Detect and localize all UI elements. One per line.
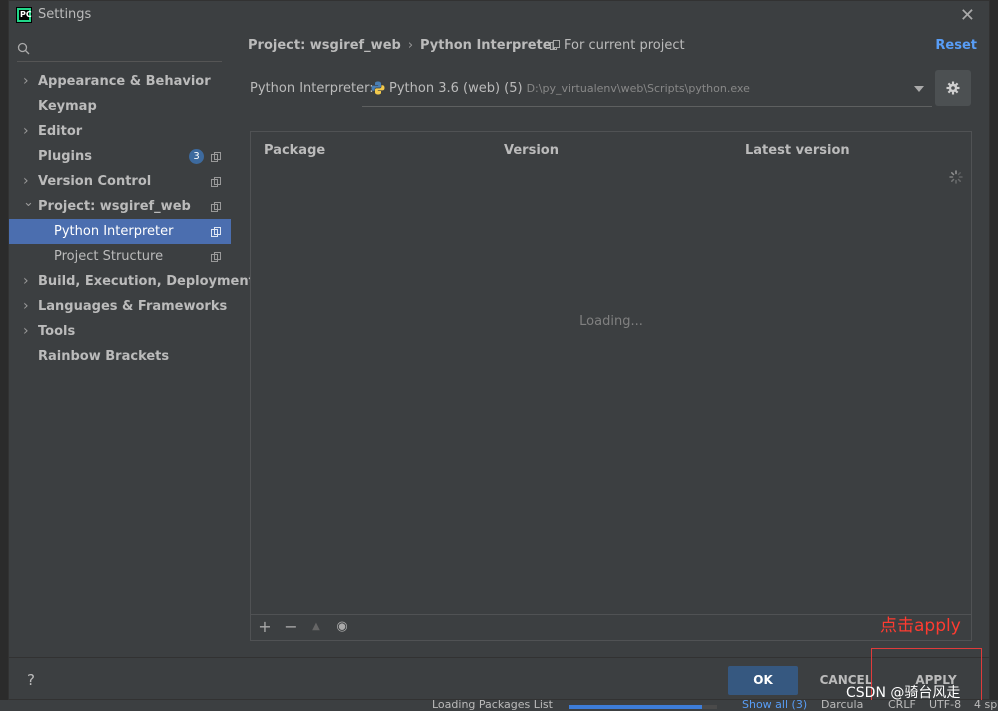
for-current-project: For current project — [550, 38, 685, 53]
chevron-right-icon[interactable]: › — [23, 319, 29, 344]
reset-link[interactable]: Reset — [935, 38, 977, 53]
project-scope-icon — [211, 252, 221, 262]
column-package[interactable]: Package — [264, 143, 325, 158]
updates-badge: 3 — [189, 149, 204, 164]
pycharm-logo-icon: PC — [16, 7, 32, 23]
column-latest-version[interactable]: Latest version — [745, 143, 850, 158]
remove-package-button[interactable]: − — [283, 619, 299, 635]
chevron-right-icon[interactable]: › — [23, 294, 29, 319]
main-content: Project: wsgiref_web › Python Interpreter … — [247, 31, 985, 657]
project-scope-icon — [211, 202, 221, 212]
packages-table: Package Version Latest version Loading..… — [250, 131, 972, 641]
copy-icon — [550, 40, 560, 50]
sidebar-item-tools[interactable]: › Tools — [9, 319, 231, 344]
chevron-down-icon[interactable]: ⌄ — [23, 190, 34, 215]
project-scope-icon — [211, 177, 221, 187]
window-title: Settings — [38, 7, 92, 22]
project-scope-icon — [211, 227, 221, 237]
project-scope-icon — [211, 152, 221, 162]
status-progress-bar — [569, 705, 717, 709]
sidebar-item-label: Project: wsgiref_web — [38, 199, 191, 214]
search-input[interactable] — [17, 39, 222, 62]
sidebar-item-build-execution-deployment[interactable]: › Build, Execution, Deployment — [9, 269, 255, 294]
status-progress-fill — [569, 705, 703, 709]
loading-text: Loading... — [579, 314, 643, 329]
app-icon-text: PC — [19, 10, 32, 20]
chevron-right-icon[interactable]: › — [23, 69, 29, 94]
sidebar-item-python-interpreter[interactable]: Python Interpreter — [9, 219, 231, 244]
sidebar-item-project-structure[interactable]: Project Structure — [9, 244, 231, 269]
sidebar-item-languages-frameworks[interactable]: › Languages & Frameworks — [9, 294, 231, 319]
add-package-button[interactable]: + — [257, 619, 273, 635]
sidebar-item-label: Project Structure — [54, 249, 164, 264]
interpreter-select[interactable]: Python 3.6 (web) (5) D:\py_virtualenv\web… — [362, 71, 932, 107]
title-bar: PC Settings ✕ — [9, 1, 989, 31]
sidebar-item-label: Build, Execution, Deployment — [38, 274, 255, 289]
sidebar-item-label: Rainbow Brackets — [38, 349, 170, 364]
status-show-all[interactable]: Show all (3) — [742, 700, 807, 711]
ide-right-edge — [990, 0, 998, 711]
dialog-footer: ? OK CANCEL APPLY — [8, 657, 990, 701]
watermark: CSDN @骑台风走 — [846, 685, 961, 701]
chevron-right-icon[interactable]: › — [23, 119, 29, 144]
packages-table-header: Package Version Latest version — [251, 132, 971, 170]
breadcrumb-page: Python Interpreter — [420, 38, 558, 53]
sidebar-item-label: Tools — [38, 324, 76, 339]
settings-sidebar: › Appearance & Behavior Keymap › Editor Plugi… — [9, 31, 255, 657]
settings-dialog: PC Settings ✕ › Appearance & Behavior Keym… — [8, 0, 990, 700]
settings-tree: › Appearance & Behavior Keymap › Editor Plugi… — [9, 69, 255, 369]
interpreter-path: D:\py_virtualenv\web\Scripts\python.exe — [526, 82, 750, 95]
ide-left-edge — [0, 0, 8, 711]
upgrade-package-button[interactable]: ▲ — [308, 619, 324, 635]
ok-button[interactable]: OK — [728, 666, 798, 695]
breadcrumb-project[interactable]: Project: wsgiref_web — [248, 38, 401, 53]
interpreter-label: Python Interpreter: — [250, 81, 374, 96]
sidebar-item-label: Languages & Frameworks — [38, 299, 228, 314]
chevron-down-icon — [914, 86, 924, 92]
show-early-releases-button[interactable]: ◉ — [334, 619, 350, 635]
sidebar-item-label: Keymap — [38, 99, 97, 114]
sidebar-item-rainbow-brackets[interactable]: Rainbow Brackets — [9, 344, 231, 369]
for-current-project-label: For current project — [564, 38, 685, 53]
help-button[interactable]: ? — [27, 671, 35, 689]
sidebar-item-label: Plugins — [38, 149, 92, 164]
interpreter-name-text: Python 3.6 (web) (5) — [389, 81, 523, 96]
column-version[interactable]: Version — [504, 143, 559, 158]
status-task: Loading Packages List — [432, 700, 553, 711]
status-indent[interactable]: 4 sp — [974, 700, 997, 711]
python-logo-icon — [371, 81, 385, 95]
breadcrumb-separator: › — [407, 38, 414, 53]
sidebar-item-label: Editor — [38, 124, 83, 139]
sidebar-item-label: Appearance & Behavior — [38, 74, 211, 89]
sidebar-item-label: Python Interpreter — [54, 224, 174, 239]
chevron-right-icon[interactable]: › — [23, 269, 29, 294]
sidebar-item-editor[interactable]: › Editor — [9, 119, 231, 144]
sidebar-item-appearance-behavior[interactable]: › Appearance & Behavior — [9, 69, 231, 94]
annotation-text: 点击apply — [880, 616, 961, 636]
sidebar-item-label: Version Control — [38, 174, 152, 189]
sidebar-item-keymap[interactable]: Keymap — [9, 94, 231, 119]
interpreter-settings-button[interactable] — [935, 70, 971, 106]
close-icon[interactable]: ✕ — [960, 5, 975, 26]
sidebar-item-project-wsgiref-web[interactable]: ⌄ Project: wsgiref_web — [9, 194, 231, 219]
spinner-icon — [949, 170, 963, 184]
search-icon — [17, 42, 30, 55]
sidebar-item-version-control[interactable]: › Version Control — [9, 169, 231, 194]
gear-icon — [946, 81, 960, 95]
breadcrumb: Project: wsgiref_web › Python Interpreter — [248, 38, 558, 53]
packages-toolbar: + − ▲ ◉ — [251, 614, 971, 640]
interpreter-name: Python 3.6 (web) (5) D:\py_virtualenv\web… — [389, 81, 750, 96]
sidebar-item-plugins[interactable]: Plugins 3 — [9, 144, 231, 169]
